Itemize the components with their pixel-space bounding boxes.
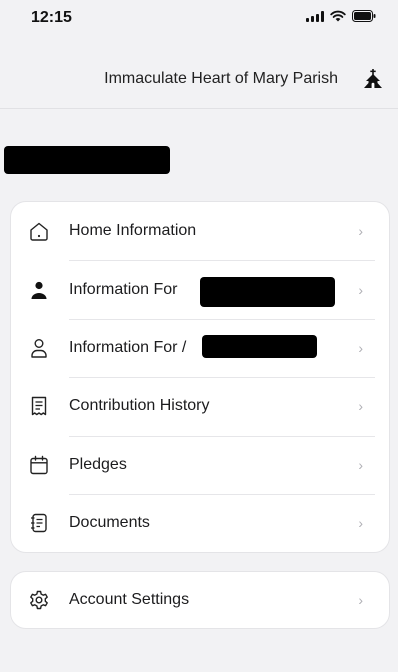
battery-icon bbox=[352, 10, 376, 22]
signal-icon bbox=[306, 10, 324, 22]
document-icon bbox=[27, 511, 51, 535]
pledges-label: Pledges bbox=[69, 455, 127, 473]
gear-icon bbox=[27, 588, 51, 612]
person-filled-icon bbox=[27, 278, 51, 302]
chevron-right-icon: › bbox=[358, 592, 363, 608]
information-for-secondary-row[interactable]: Information For / › bbox=[11, 318, 389, 377]
account-settings-label: Account Settings bbox=[69, 591, 190, 608]
wifi-icon bbox=[330, 10, 346, 22]
contribution-history-label: Contribution History bbox=[69, 397, 210, 415]
status-time: 12:15 bbox=[31, 9, 72, 26]
status-icons bbox=[306, 10, 376, 22]
chevron-right-icon: › bbox=[358, 223, 363, 240]
person-outline-icon bbox=[27, 336, 51, 360]
documents-row[interactable]: Documents › bbox=[11, 493, 389, 552]
parish-name: Immaculate Heart of Mary Parish bbox=[104, 70, 338, 87]
redacted-member-name bbox=[200, 277, 335, 307]
home-information-label: Home Information bbox=[69, 222, 197, 240]
app-header: Immaculate Heart of Mary Parish bbox=[0, 58, 398, 104]
calendar-icon bbox=[27, 453, 51, 477]
chevron-right-icon: › bbox=[358, 281, 363, 298]
chevron-right-icon: › bbox=[358, 456, 363, 473]
pledges-row[interactable]: Pledges › bbox=[11, 435, 389, 494]
documents-label: Documents bbox=[69, 514, 150, 532]
chevron-right-icon: › bbox=[358, 398, 363, 415]
account-settings-row[interactable]: Account Settings › bbox=[11, 572, 389, 628]
contribution-history-row[interactable]: Contribution History › bbox=[11, 377, 389, 435]
settings-card: Account Settings › bbox=[10, 571, 390, 629]
information-for-primary-label: Information For bbox=[69, 280, 178, 298]
church-icon bbox=[364, 69, 382, 88]
header-divider bbox=[0, 108, 398, 109]
information-for-secondary-label: Information For / bbox=[69, 338, 187, 356]
menu-card: Home Information › Information For › Inf… bbox=[10, 201, 390, 553]
status-bar: 12:15 bbox=[0, 0, 398, 34]
redacted-user-name bbox=[4, 146, 170, 174]
receipt-icon bbox=[27, 394, 51, 418]
house-icon bbox=[27, 219, 51, 243]
chevron-right-icon: › bbox=[358, 339, 363, 356]
redacted-member-name bbox=[202, 335, 317, 358]
chevron-right-icon: › bbox=[358, 515, 363, 532]
home-information-row[interactable]: Home Information › bbox=[11, 202, 389, 260]
